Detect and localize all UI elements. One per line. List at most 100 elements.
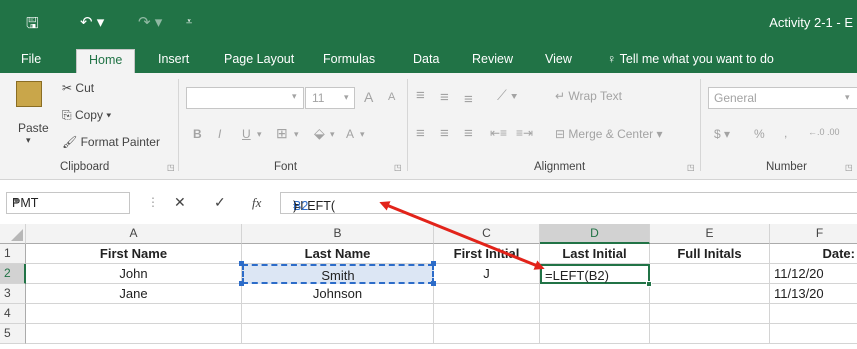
tab-insert[interactable]: Insert	[158, 52, 189, 66]
cut-button[interactable]: ✂ Cut	[62, 81, 94, 95]
cell-b5[interactable]	[242, 324, 434, 344]
tab-file[interactable]: File	[21, 52, 41, 66]
range-handle[interactable]	[239, 261, 244, 266]
grow-font-button[interactable]: A	[364, 89, 373, 105]
increase-indent-icon[interactable]: ≡⇥	[516, 126, 533, 140]
copy-button[interactable]: ⎘ Copy ▾	[62, 108, 111, 123]
cell-a2[interactable]: John	[26, 264, 242, 284]
align-middle-icon[interactable]: ≡	[440, 89, 449, 106]
number-launcher-icon[interactable]: ◳	[845, 163, 853, 172]
cell-f3[interactable]: 11/13/20	[770, 284, 857, 304]
font-color-button[interactable]: A	[346, 127, 354, 141]
row-header-1[interactable]: 1	[0, 244, 26, 264]
cell-c2[interactable]: J	[434, 264, 540, 284]
align-bottom-icon[interactable]: ≡	[464, 91, 473, 108]
alignment-launcher-icon[interactable]: ◳	[687, 163, 695, 172]
cell-e4[interactable]	[650, 304, 770, 324]
row-header-4[interactable]: 4	[0, 304, 26, 324]
underline-dropdown-icon[interactable]: ▾	[257, 129, 262, 140]
font-launcher-icon[interactable]: ◳	[394, 163, 402, 172]
cell-a1[interactable]: First Name	[26, 244, 242, 264]
cell-c5[interactable]	[434, 324, 540, 344]
tab-page-layout[interactable]: Page Layout	[224, 52, 294, 66]
fill-handle[interactable]	[646, 281, 652, 287]
cell-d5[interactable]	[540, 324, 650, 344]
row-header-2[interactable]: 2	[0, 264, 26, 284]
row-header-5[interactable]: 5	[0, 324, 26, 344]
merge-center-button[interactable]: ⊟ Merge & Center ▾	[555, 127, 662, 141]
number-format-combo[interactable]: General ▾	[708, 87, 857, 109]
cell-e2[interactable]	[650, 264, 770, 284]
cell-b4[interactable]	[242, 304, 434, 324]
column-header-d[interactable]: D	[540, 224, 650, 244]
cell-f1[interactable]: Date:	[770, 244, 857, 264]
tell-me-box[interactable]: ♀ Tell me what you want to do	[607, 52, 774, 66]
enter-icon[interactable]: ✓	[214, 194, 226, 211]
range-handle[interactable]	[239, 281, 244, 286]
range-handle[interactable]	[431, 281, 436, 286]
cell-a3[interactable]: Jane	[26, 284, 242, 304]
save-icon[interactable]: 🖫	[26, 13, 39, 38]
column-header-a[interactable]: A	[26, 224, 242, 244]
fill-color-icon[interactable]: ⬙	[314, 125, 325, 142]
tab-home[interactable]: Home	[76, 49, 136, 73]
row-header-3[interactable]: 3	[0, 284, 26, 304]
cell-a5[interactable]	[26, 324, 242, 344]
font-name-dropdown-icon[interactable]: ▾	[292, 91, 297, 102]
paste-dropdown-icon[interactable]: ▾	[26, 135, 31, 146]
orientation-icon[interactable]: ⟋ ▾	[497, 87, 518, 104]
redo-icon[interactable]: ↷ ▾	[138, 13, 162, 31]
cell-b2[interactable]: Smith	[242, 264, 434, 284]
column-header-e[interactable]: E	[650, 224, 770, 244]
undo-icon[interactable]: ↶ ▾	[80, 13, 104, 31]
cell-d1[interactable]: Last Initial	[540, 244, 650, 264]
name-box-dropdown-icon[interactable]: ▼	[12, 196, 123, 206]
tab-view[interactable]: View	[545, 52, 572, 66]
font-size-combo[interactable]: 11 ▾	[305, 87, 355, 109]
increase-decimal-button[interactable]: ←.0 .00	[808, 127, 840, 137]
insert-function-icon[interactable]: fx	[252, 195, 261, 211]
tab-formulas[interactable]: Formulas	[323, 52, 375, 66]
currency-button[interactable]: $ ▾	[714, 127, 730, 141]
cell-d2[interactable]: =LEFT(B2)	[540, 264, 650, 284]
cell-d4[interactable]	[540, 304, 650, 324]
cancel-icon[interactable]: ✕	[174, 194, 186, 211]
align-right-icon[interactable]: ≡	[464, 125, 473, 142]
customize-qat-icon[interactable]: ⩡	[186, 16, 192, 29]
decrease-indent-icon[interactable]: ⇤≡	[490, 126, 507, 140]
cell-c1[interactable]: First Initial	[434, 244, 540, 264]
tab-data[interactable]: Data	[413, 52, 439, 66]
shrink-font-button[interactable]: A	[388, 91, 395, 103]
cell-e1[interactable]: Full Initals	[650, 244, 770, 264]
clipboard-launcher-icon[interactable]: ◳	[167, 163, 175, 172]
column-header-b[interactable]: B	[242, 224, 434, 244]
cell-b1[interactable]: Last Name	[242, 244, 434, 264]
font-color-dropdown-icon[interactable]: ▾	[360, 129, 365, 140]
cell-c4[interactable]	[434, 304, 540, 324]
range-handle[interactable]	[431, 261, 436, 266]
borders-icon[interactable]: ⊞	[276, 125, 288, 142]
font-name-combo[interactable]	[186, 87, 304, 109]
fill-color-dropdown-icon[interactable]: ▾	[330, 129, 335, 140]
align-top-icon[interactable]: ≡	[416, 87, 425, 104]
worksheet-grid[interactable]: A B C D E F 1 2 3 4 5 First Name Last Na…	[0, 224, 857, 349]
comma-button[interactable]: ,	[784, 126, 787, 140]
cell-f5[interactable]	[770, 324, 857, 344]
cell-f2[interactable]: 11/12/20	[770, 264, 857, 284]
cell-e5[interactable]	[650, 324, 770, 344]
tab-review[interactable]: Review	[472, 52, 513, 66]
name-box[interactable]: PMT ▼	[6, 192, 130, 214]
select-all-corner[interactable]	[0, 224, 26, 244]
align-left-icon[interactable]: ≡	[416, 125, 425, 142]
cell-f4[interactable]	[770, 304, 857, 324]
cell-b3[interactable]: Johnson	[242, 284, 434, 304]
cell-d3[interactable]	[540, 284, 650, 304]
paste-icon[interactable]	[16, 81, 42, 107]
formula-input[interactable]: =LEFT(B2)	[280, 192, 857, 214]
italic-button[interactable]: I	[218, 127, 221, 141]
format-painter-button[interactable]: 🖌 Format Painter	[62, 135, 160, 149]
cell-a4[interactable]	[26, 304, 242, 324]
column-header-c[interactable]: C	[434, 224, 540, 244]
align-center-icon[interactable]: ≡	[440, 125, 449, 142]
paste-button[interactable]: Paste	[18, 121, 49, 135]
